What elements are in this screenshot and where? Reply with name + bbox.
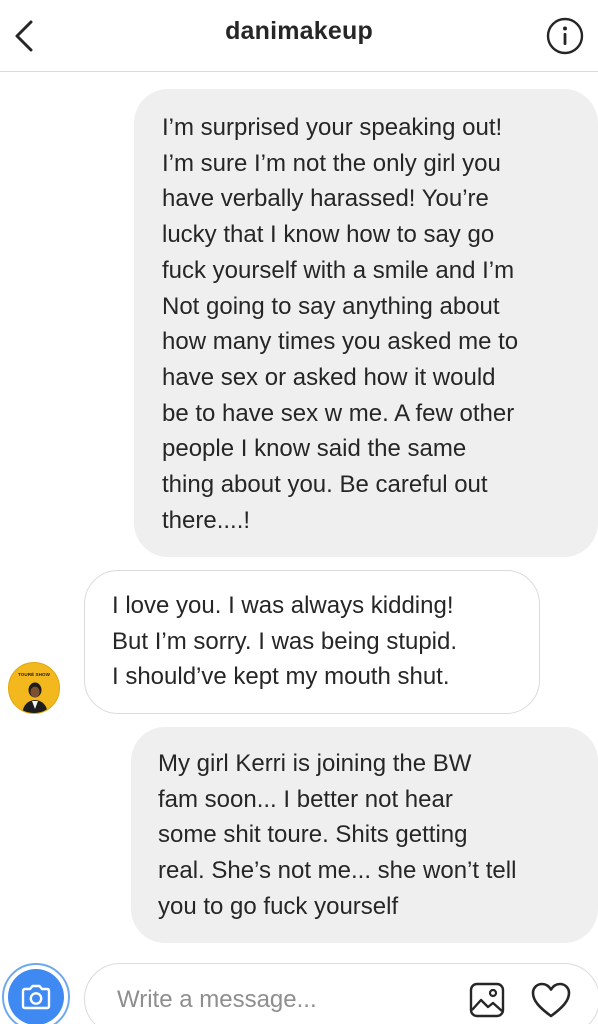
outgoing-message[interactable]: I’m surprised your speaking out! I’m sur… bbox=[134, 89, 598, 557]
message-input[interactable] bbox=[117, 978, 447, 1022]
conversation-title[interactable]: danimakeup bbox=[0, 17, 598, 46]
heart-icon bbox=[531, 982, 571, 1018]
conversation-header: danimakeup bbox=[0, 0, 598, 72]
camera-button[interactable] bbox=[2, 963, 70, 1024]
camera-button-fill bbox=[8, 969, 64, 1024]
direct-message-screen: danimakeup I’m surprised your speaking o… bbox=[0, 0, 598, 1024]
message-composer bbox=[84, 963, 598, 1024]
person-portrait-icon bbox=[22, 682, 48, 713]
outgoing-message[interactable]: My girl Kerri is joining the BW fam soon… bbox=[131, 727, 598, 943]
info-icon bbox=[546, 17, 584, 55]
image-gallery-icon bbox=[469, 982, 505, 1018]
sender-avatar[interactable]: TOURÉ SHOW bbox=[8, 662, 60, 714]
incoming-message[interactable]: I love you. I was always kidding! But I’… bbox=[84, 570, 540, 714]
gallery-button[interactable] bbox=[467, 980, 507, 1020]
camera-icon bbox=[21, 984, 51, 1010]
info-button[interactable] bbox=[546, 17, 584, 55]
like-button[interactable] bbox=[529, 978, 573, 1022]
